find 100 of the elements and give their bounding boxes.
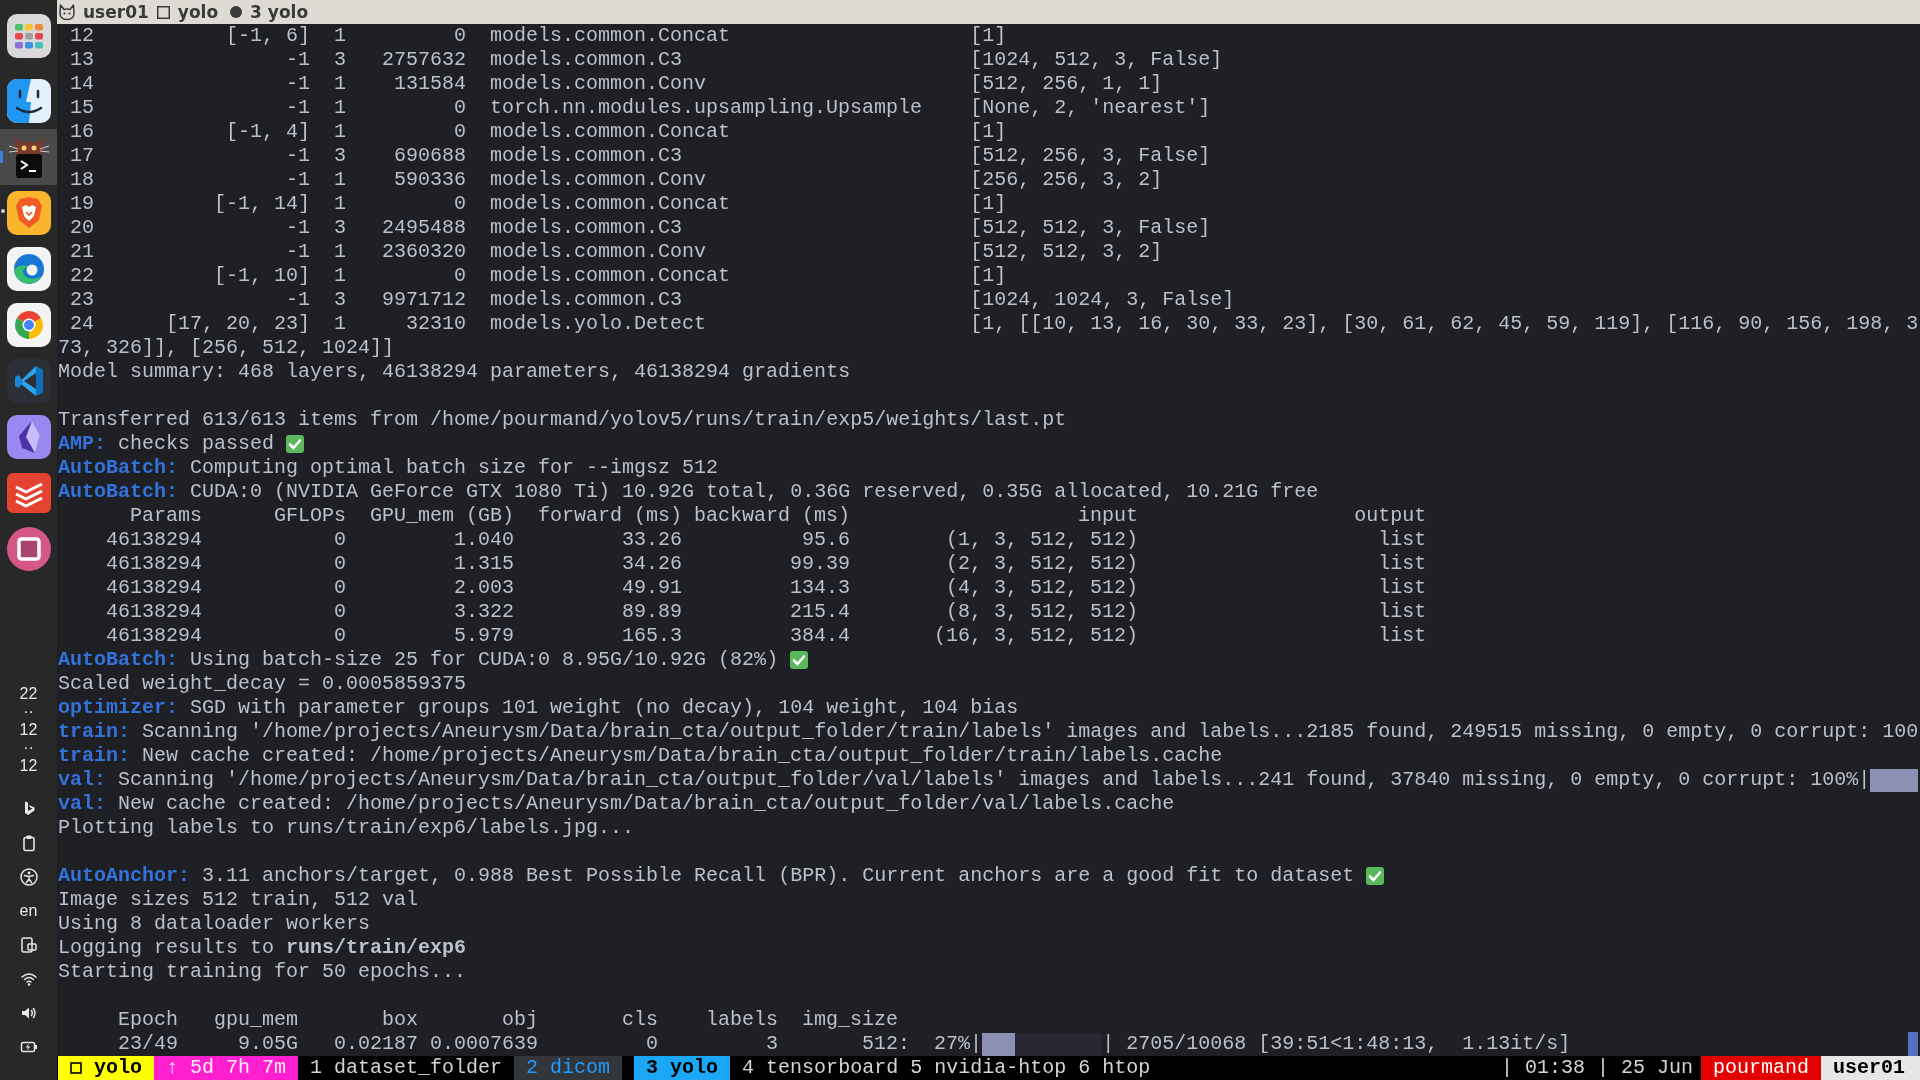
session-indicator[interactable]: yolo	[58, 1056, 154, 1080]
status-clock: | 01:38 | 25 Jun	[1500, 1056, 1693, 1080]
accessibility-icon[interactable]	[19, 868, 38, 886]
metric-value: 512:	[862, 1032, 911, 1056]
uptime-label: ↑ 5d 7h 7m	[154, 1056, 299, 1080]
layer-params: 0	[454, 192, 467, 216]
column-header: gpu_mem	[214, 1008, 299, 1032]
log-line: Image sizes 512 train, 512 val	[58, 888, 419, 912]
layer-number: 17	[70, 144, 94, 168]
table-cell: 46138294	[106, 552, 202, 576]
window-tab[interactable]: 2 dicom	[514, 1056, 623, 1080]
wifi-icon[interactable]	[19, 970, 38, 988]
window-tab[interactable]: 3 yolo	[634, 1056, 731, 1080]
window-tab[interactable]: 6 htop	[1078, 1056, 1151, 1080]
scroll-indicator	[1908, 1032, 1918, 1056]
module-name: models.common.Concat	[490, 120, 731, 144]
column-header: GFLOPs	[274, 504, 347, 528]
layer-source: [-1, 10]	[214, 264, 311, 288]
layer-repeats: 1	[334, 264, 347, 288]
layer-arguments: [256, 256, 3, 2]	[970, 168, 1163, 192]
log-line: 73, 326]], [256, 512, 1024]]	[58, 336, 395, 360]
table-cell: 134.3	[790, 576, 851, 600]
square-in-circle-icon[interactable]	[5, 526, 52, 572]
clock-separator: ··	[23, 739, 34, 757]
layer-arguments: [1]	[970, 264, 1007, 288]
log-tag: val:	[58, 768, 106, 792]
layer-params: 0	[454, 24, 467, 48]
table-cell: 5.979	[454, 624, 515, 648]
column-header: obj	[502, 1008, 539, 1032]
window-tab[interactable]: 4 tensorboard	[742, 1056, 899, 1080]
table-cell: 0	[334, 528, 347, 552]
column-header: forward (ms)	[538, 504, 683, 528]
metric-value: 0.0007639	[430, 1032, 539, 1056]
layer-arguments: [1024, 512, 3, False]	[970, 48, 1223, 72]
devices-icon[interactable]	[19, 936, 38, 954]
column-header: backward (ms)	[694, 504, 851, 528]
layer-repeats: 1	[334, 96, 347, 120]
cat-icon	[58, 3, 76, 21]
column-header: input	[1078, 504, 1139, 528]
layer-params: 690688	[394, 144, 467, 168]
log-message: CUDA:0 (NVIDIA GeForce GTX 1080 Ti) 10.92G total, 0.36G reserved, 0.35G allocated, 10.21G free	[190, 480, 1319, 504]
log-message: SGD with parameter groups 101 weight (no decay), 104 weight, 104 bias	[190, 696, 1019, 720]
table-cell: list	[1378, 528, 1427, 552]
log-tag: AutoBatch:	[58, 648, 179, 672]
column-header: box	[382, 1008, 419, 1032]
table-cell: 89.89	[622, 600, 683, 624]
crystal-icon[interactable]	[5, 414, 52, 460]
column-header: cls	[622, 1008, 659, 1032]
layer-arguments: [512, 256, 3, False]	[970, 144, 1211, 168]
log-line: Using 8 dataloader workers	[58, 912, 371, 936]
user-label: user01	[1821, 1056, 1920, 1080]
color-wheel-icon[interactable]	[5, 302, 52, 348]
layer-repeats: 1	[334, 72, 347, 96]
window-tab[interactable]: 5 nvidia-htop	[910, 1056, 1067, 1080]
window-tab[interactable]: 1 dataset_folder	[310, 1056, 503, 1080]
table-cell: 34.26	[622, 552, 683, 576]
layer-number: 20	[70, 216, 94, 240]
table-cell: 0	[334, 552, 347, 576]
log-line: Logging results to runs/train/exp6	[58, 936, 467, 960]
layer-number: 16	[70, 120, 94, 144]
code-ribbon-icon[interactable]	[5, 358, 52, 404]
table-cell: list	[1378, 624, 1427, 648]
app-grid-icon[interactable]	[5, 13, 52, 59]
swirl-icon[interactable]	[5, 246, 52, 292]
log-tag: train:	[58, 720, 130, 744]
log-message: 3.11 anchors/target, 0.988 Best Possible Recall (BPR). Current anchors are a good fit to dataset	[202, 864, 1355, 888]
square-icon	[156, 5, 170, 19]
module-name: models.common.Concat	[490, 24, 731, 48]
table-cell: 1.040	[454, 528, 515, 552]
layer-repeats: 3	[334, 288, 347, 312]
smiling-face-icon[interactable]	[5, 78, 52, 124]
log-tag: val:	[58, 792, 106, 816]
layer-repeats: 1	[334, 24, 347, 48]
layer-number: 19	[70, 192, 94, 216]
layer-arguments: [None, 2, 'nearest']	[970, 96, 1211, 120]
clock-digits: 12	[19, 721, 38, 739]
layer-arguments: [512, 256, 1, 1]	[970, 72, 1163, 96]
layer-repeats: 1	[334, 312, 347, 336]
table-cell: 33.26	[622, 528, 683, 552]
layer-source: [-1, 6]	[226, 24, 311, 48]
layer-repeats: 3	[334, 144, 347, 168]
layer-params: 0	[454, 264, 467, 288]
window-name: 3 yolo	[250, 1, 309, 24]
layer-number: 18	[70, 168, 94, 192]
table-cell: 46138294	[106, 528, 202, 552]
language-indicator[interactable]: en	[19, 902, 38, 920]
layer-params: 131584	[394, 72, 467, 96]
lion-icon[interactable]	[5, 190, 52, 236]
layer-arguments: [1024, 1024, 3, False]	[970, 288, 1235, 312]
stacked-layers-icon[interactable]	[5, 470, 52, 516]
clock-separator: ··	[23, 703, 34, 721]
layer-source: -1	[286, 96, 311, 120]
layer-params: 9971712	[382, 288, 467, 312]
layer-params: 0	[454, 96, 467, 120]
session-name: yolo	[177, 1, 219, 24]
module-name: models.common.C3	[490, 288, 683, 312]
table-cell: 46138294	[106, 624, 202, 648]
host-label: pourmand	[1700, 1056, 1821, 1080]
table-cell: 215.4	[790, 600, 851, 624]
table-cell: (8, 3, 512, 512)	[946, 600, 1139, 624]
